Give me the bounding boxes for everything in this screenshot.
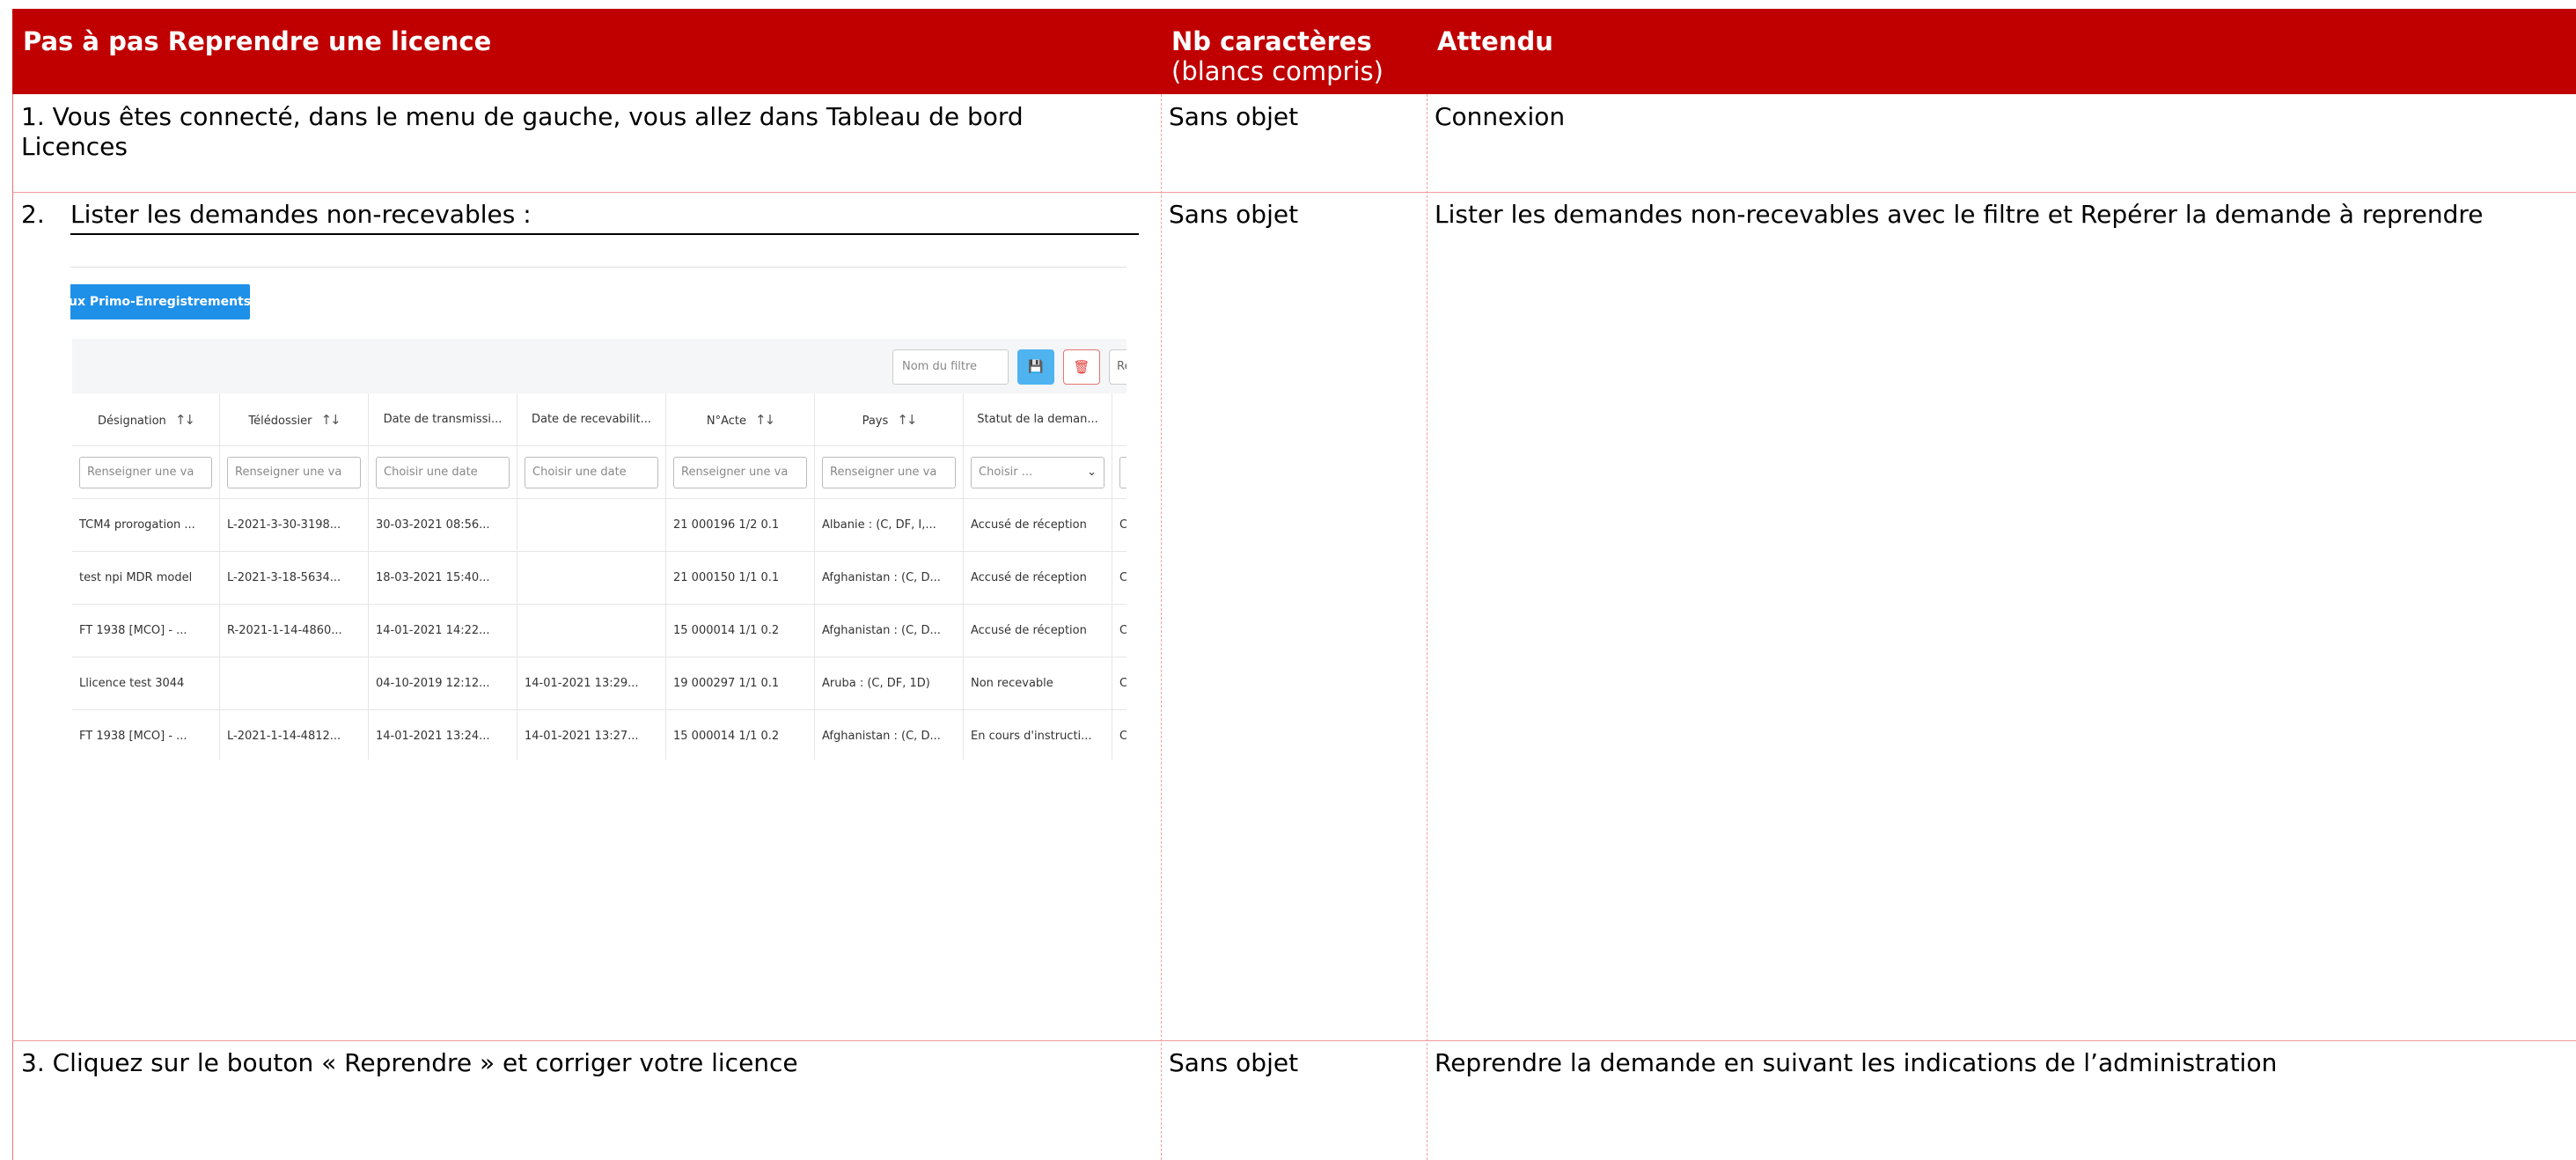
table-cell: 30-03-2021 08:56... xyxy=(369,499,517,552)
header-step-column: Pas à pas Reprendre une licence xyxy=(12,9,1161,94)
table-cell: 21 000150 1/1 0.1 xyxy=(666,552,815,605)
table-cell: C xyxy=(1112,552,1127,605)
table-cell: En cours d'instructi... xyxy=(964,710,1112,760)
header-chars-title: Nb caractères xyxy=(1171,26,1372,56)
table-cell xyxy=(220,657,369,710)
save-filter-button[interactable]: 💾 xyxy=(1017,349,1054,385)
grid-filter-row: Renseigner une va Renseigner une va Choi… xyxy=(72,446,1127,499)
table-cell: 14-01-2021 13:24... xyxy=(369,710,517,760)
table-cell: 14-01-2021 14:22... xyxy=(369,605,517,657)
divider xyxy=(70,267,1127,268)
table-cell: 04-10-2019 12:12... xyxy=(369,657,517,710)
table-cell: 15 000014 1/1 0.2 xyxy=(666,710,815,760)
table-row[interactable]: FT 1938 [MCO] - ... L-2021-1-14-4812... 14… xyxy=(72,710,1127,760)
table-cell: Accusé de réception xyxy=(964,499,1112,552)
header-chars-subtitle: (blancs compris) xyxy=(1171,56,1383,86)
table-cell: TCM4 prorogation ... xyxy=(72,499,220,552)
table-cell: test npi MDR model xyxy=(72,552,220,605)
column-header-numero-acte[interactable]: N°Acte ↑↓ xyxy=(666,393,815,446)
table-cell: 14-01-2021 13:29... xyxy=(517,657,666,710)
table-cell: C xyxy=(1112,710,1127,760)
trash-icon: 🗑 xyxy=(1073,359,1090,375)
header-chars-column: Nb caractères (blancs compris) xyxy=(1161,9,1427,94)
primo-enregistrements-button[interactable]: ux Primo-Enregistrements xyxy=(70,284,250,319)
designation-filter-input[interactable]: Renseigner une va xyxy=(79,457,212,488)
column-header-extra xyxy=(1112,393,1127,446)
table-cell: L-2021-3-30-3198... xyxy=(220,499,369,552)
recevabilite-date-picker[interactable]: Choisir une date xyxy=(525,457,658,488)
column-header-pays[interactable]: Pays ↑↓ xyxy=(815,393,964,446)
table-row[interactable]: TCM4 prorogation ... L-2021-3-30-3198... 3… xyxy=(72,499,1127,552)
sort-icon[interactable]: ↑↓ xyxy=(175,412,195,428)
licence-dashboard-screenshot: ux Primo-Enregistrements Nom du filtre 💾… xyxy=(70,267,1127,760)
table-cell: FT 1938 [MCO] - ... xyxy=(72,710,220,760)
step-3-nb: Sans objet xyxy=(1169,1048,1299,1077)
step-2-text: Lister les demandes non-recevables : xyxy=(70,200,1139,235)
table-cell: Accusé de réception xyxy=(964,552,1112,605)
table-cell: R-2021-1-14-4860... xyxy=(220,605,369,657)
column-header-teledossier[interactable]: Télédossier ↑↓ xyxy=(220,393,369,446)
table-row[interactable]: FT 1938 [MCO] - ... R-2021-1-14-4860... 14… xyxy=(72,605,1127,657)
chevron-down-icon: ⌄ xyxy=(1087,466,1097,479)
extra-filter-input[interactable] xyxy=(1119,457,1127,488)
table-cell: Afghanistan : (C, D... xyxy=(815,710,964,760)
table-border-left xyxy=(12,94,13,1160)
table-row[interactable]: test npi MDR model L-2021-3-18-5634... 18-… xyxy=(72,552,1127,605)
column-header-date-recevabilite[interactable]: Date de recevabilit... xyxy=(517,393,666,446)
sort-icon[interactable]: ↑↓ xyxy=(320,412,341,428)
step-2-expected: Lister les demandes non-recevables avec … xyxy=(1435,200,2484,229)
teledossier-filter-input[interactable]: Renseigner une va xyxy=(227,457,361,488)
delete-filter-button[interactable]: 🗑 xyxy=(1063,349,1100,385)
statut-filter-select[interactable]: Choisir ... ⌄ xyxy=(971,457,1105,488)
step-1-text: 1. Vous êtes connecté, dans le menu de g… xyxy=(21,102,1024,161)
step-1-expected: Connexion xyxy=(1435,102,1566,131)
header-expected-title: Attendu xyxy=(1437,26,1553,56)
table-cell: Non recevable xyxy=(964,657,1112,710)
table-cell: L-2021-3-18-5634... xyxy=(220,552,369,605)
table-cell xyxy=(517,605,666,657)
table-cell: Albanie : (C, DF, I,... xyxy=(815,499,964,552)
table-cell: 15 000014 1/1 0.2 xyxy=(666,605,815,657)
sort-icon[interactable]: ↑↓ xyxy=(755,412,775,428)
table-cell: Accusé de réception xyxy=(964,605,1112,657)
sort-icon[interactable]: ↑↓ xyxy=(897,412,917,428)
column-header-statut[interactable]: Statut de la deman... xyxy=(964,393,1112,446)
instruction-table: Pas à pas Reprendre une licence Nb carac… xyxy=(12,9,2576,1160)
row-divider xyxy=(12,192,2576,193)
table-cell: 14-01-2021 13:27... xyxy=(517,710,666,760)
table-cell: C xyxy=(1112,605,1127,657)
pays-filter-input[interactable]: Renseigner une va xyxy=(822,457,956,488)
row-divider xyxy=(12,1040,2576,1041)
table-cell: Afghanistan : (C, D... xyxy=(815,552,964,605)
table-cell xyxy=(517,552,666,605)
step-3-expected: Reprendre la demande en suivant les indi… xyxy=(1435,1048,2278,1077)
table-cell: Aruba : (C, DF, 1D) xyxy=(815,657,964,710)
filter-name-input[interactable]: Nom du filtre xyxy=(892,349,1009,385)
column-header-designation[interactable]: Désignation ↑↓ xyxy=(72,393,220,446)
table-cell: 21 000196 1/2 0.1 xyxy=(666,499,815,552)
table-cell: 18-03-2021 15:40... xyxy=(369,552,517,605)
table-row[interactable]: Llicence test 3044 04-10-2019 12:12... 14-… xyxy=(72,657,1127,710)
table-cell: C xyxy=(1112,657,1127,710)
column-divider xyxy=(1161,94,1162,1160)
step-1-nb: Sans objet xyxy=(1169,102,1299,131)
transmission-date-picker[interactable]: Choisir une date xyxy=(376,457,510,488)
column-header-date-transmission[interactable]: Date de transmissi... xyxy=(369,393,517,446)
step-2-number: 2. xyxy=(21,200,45,229)
header-expected-column: Attendu xyxy=(1427,9,2576,94)
reset-button[interactable]: Re xyxy=(1109,349,1127,385)
table-cell: FT 1938 [MCO] - ... xyxy=(72,605,220,657)
save-icon: 💾 xyxy=(1028,360,1044,374)
table-cell xyxy=(517,499,666,552)
acte-filter-input[interactable]: Renseigner une va xyxy=(673,457,807,488)
table-cell: Llicence test 3044 xyxy=(72,657,220,710)
grid-header-row: Désignation ↑↓ Télédossier ↑↓ Date de tran… xyxy=(72,393,1127,446)
table-cell: L-2021-1-14-4812... xyxy=(220,710,369,760)
step-2-nb: Sans objet xyxy=(1169,200,1299,229)
table-cell: C xyxy=(1112,499,1127,552)
header-step-title: Pas à pas Reprendre une licence xyxy=(23,26,492,56)
table-cell: Afghanistan : (C, D... xyxy=(815,605,964,657)
table-cell: 19 000297 1/1 0.1 xyxy=(666,657,815,710)
step-3-text: 3. Cliquez sur le bouton « Reprendre » e… xyxy=(21,1048,798,1077)
